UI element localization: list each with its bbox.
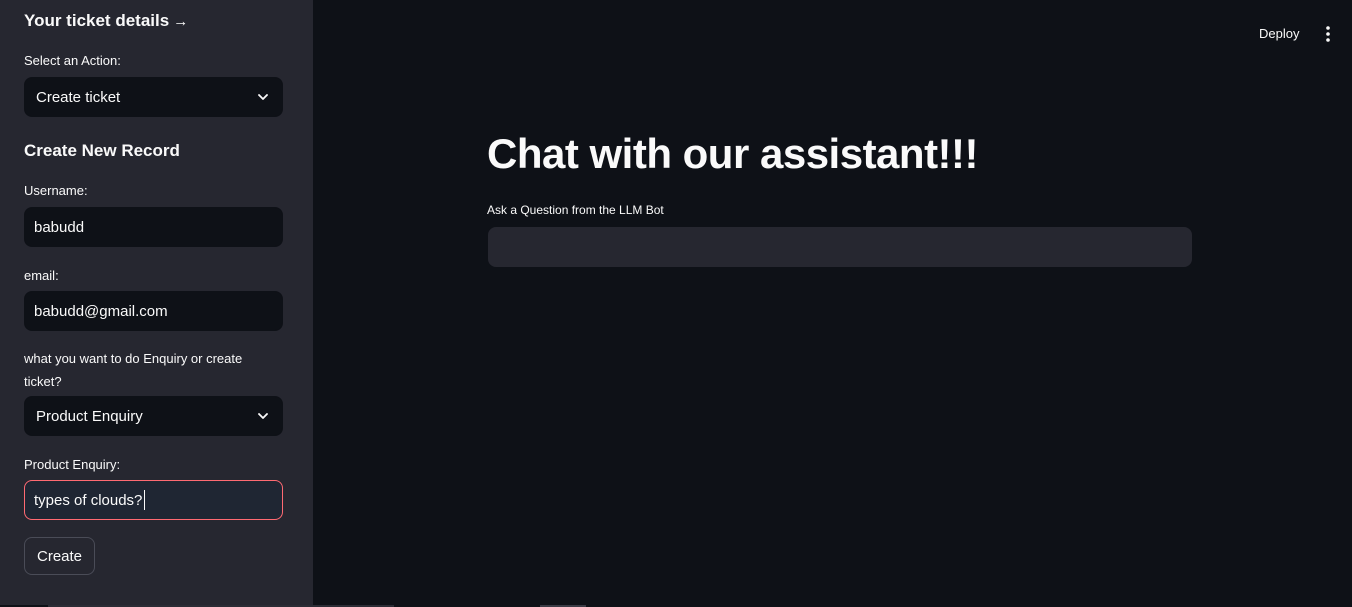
arrow-right-icon: → [173, 13, 189, 30]
action-select[interactable]: Create ticket [24, 77, 283, 117]
email-field[interactable]: babudd@gmail.com [24, 291, 283, 331]
intent-select[interactable]: Product Enquiry [24, 396, 283, 436]
username-label: Username: [24, 183, 88, 198]
sidebar-title-text: Your ticket details [24, 11, 170, 30]
action-label: Select an Action: [24, 53, 121, 68]
section-title: Create New Record [24, 141, 180, 160]
enquiry-field[interactable]: types of clouds? [24, 480, 283, 520]
email-field-value: babudd@gmail.com [34, 302, 168, 320]
app-root: Your ticket details → Select an Action: C… [0, 0, 1352, 607]
email-label: email: [24, 268, 59, 283]
enquiry-label: Product Enquiry: [24, 457, 121, 472]
action-select-value: Create ticket [36, 88, 121, 106]
question-label: Ask a Question from the LLM Bot [487, 203, 664, 217]
deploy-button[interactable]: Deploy [1259, 26, 1299, 41]
intent-select-value: Product Enquiry [36, 407, 143, 425]
chevron-down-icon [258, 413, 268, 419]
intent-label: what you want to do Enquiry or create ti… [24, 351, 243, 389]
question-input[interactable] [488, 227, 1192, 267]
page-title: Chat with our assistant!!! [487, 130, 979, 177]
kebab-menu-icon[interactable] [1322, 25, 1334, 43]
sidebar-title: Your ticket details → [24, 11, 188, 31]
text-cursor [144, 490, 146, 510]
sidebar: Your ticket details → Select an Action: C… [0, 0, 313, 605]
username-field[interactable]: babudd [24, 207, 283, 247]
create-button[interactable]: Create [24, 537, 96, 575]
username-field-value: babudd [34, 218, 85, 236]
chevron-down-icon [258, 94, 268, 100]
enquiry-field-value: types of clouds? [34, 491, 143, 509]
